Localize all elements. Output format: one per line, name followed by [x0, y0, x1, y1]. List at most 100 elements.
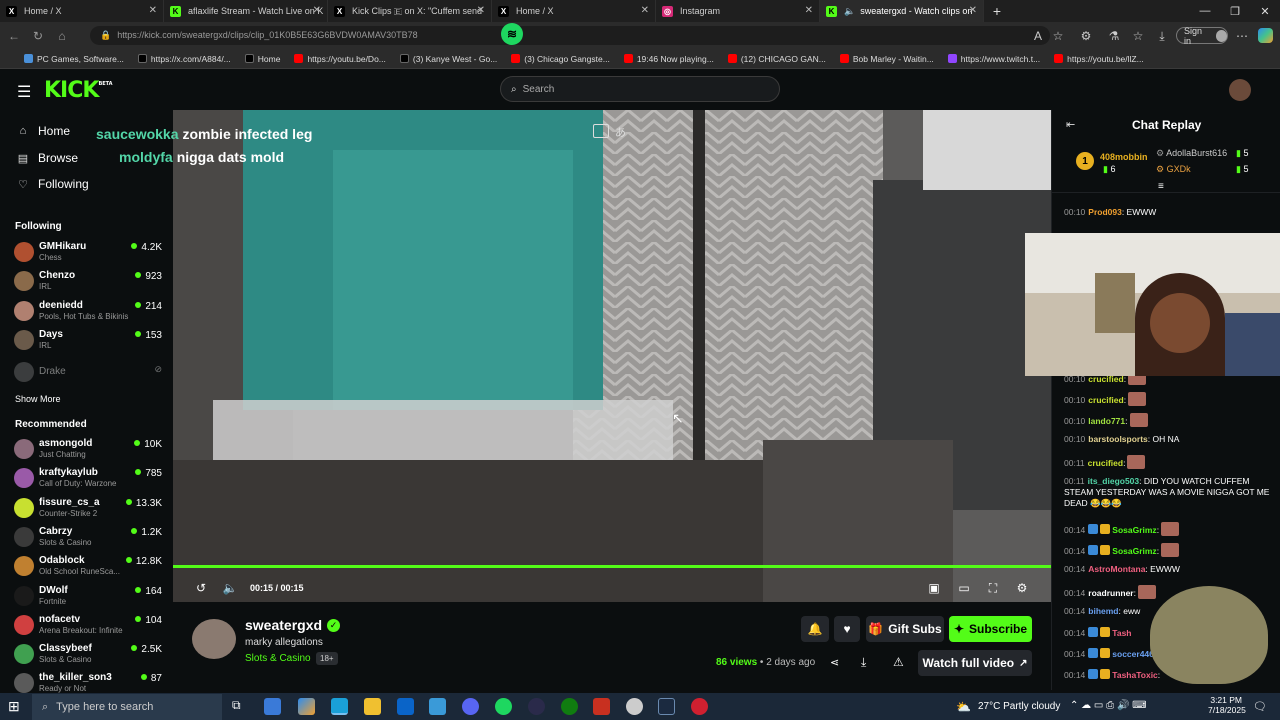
chat-username[interactable]: roadrunner: [1088, 588, 1133, 598]
miniplayer-icon[interactable]: ▣: [926, 580, 942, 596]
sidebar-channel-offline[interactable]: Drake ⊘: [14, 360, 162, 388]
show-more-button[interactable]: Show More: [15, 394, 61, 404]
close-tab-icon[interactable]: ✕: [805, 5, 813, 16]
chat-username[interactable]: soccer446: [1112, 649, 1154, 659]
gift-subs-button[interactable]: 🎁 Gift Subs: [866, 616, 944, 642]
sidebar-channel[interactable]: deeniedd Pools, Hot Tubs & Bikinis 214: [14, 299, 162, 327]
clock[interactable]: 3:21 PM 7/18/2025: [1208, 695, 1246, 715]
extensions-icon[interactable]: ⚙: [1078, 28, 1094, 44]
close-tab-icon[interactable]: ✕: [641, 5, 649, 16]
app-icon[interactable]: [593, 698, 610, 715]
steam-icon[interactable]: [658, 698, 675, 715]
app-icon[interactable]: [626, 698, 643, 715]
replay-icon[interactable]: ↺: [193, 580, 209, 596]
fullscreen-icon[interactable]: ⛶: [985, 580, 1001, 596]
chat-username[interactable]: lando771: [1088, 416, 1125, 426]
bookmark-item[interactable]: https://youtu.be/Do...: [294, 54, 386, 64]
user-avatar[interactable]: [1229, 79, 1251, 101]
taskbar-search-input[interactable]: ⌕ Type here to search: [32, 694, 222, 720]
sidebar-channel[interactable]: Days IRL 153: [14, 328, 162, 356]
notification-icon[interactable]: 🗨: [1253, 700, 1267, 713]
store-icon[interactable]: [264, 698, 281, 715]
chat-username[interactable]: its_diego503: [1088, 476, 1140, 486]
subscribe-button[interactable]: ✦ Subscribe: [949, 616, 1032, 642]
collections-icon[interactable]: ☆: [1130, 28, 1146, 44]
sidebar-channel[interactable]: nofacetv Arena Breakout: Infinite 104: [14, 613, 162, 641]
notification-bell-button[interactable]: 🔔: [801, 616, 829, 642]
chat-username[interactable]: barstoolsports: [1088, 434, 1148, 444]
chat-username[interactable]: Tash: [1112, 628, 1131, 638]
home-icon[interactable]: ⌂: [54, 28, 70, 44]
sidebar-channel[interactable]: GMHikaru Chess 4.2K: [14, 240, 162, 268]
spotify-icon[interactable]: ≋: [501, 23, 523, 45]
restore-icon[interactable]: ❐: [1220, 0, 1250, 22]
channel-avatar[interactable]: [192, 619, 236, 659]
browser-tab[interactable]: Kaflaxlife Stream - Watch Live on K ✕: [164, 0, 328, 22]
browser-tab-active[interactable]: K 🔈 sweatergxd - Watch clips on ✕: [820, 0, 984, 22]
chat-username[interactable]: Prod093: [1088, 207, 1122, 217]
chat-username[interactable]: SosaGrimz: [1112, 546, 1156, 556]
tray-icons[interactable]: ⌃ ☁ ▭ ⎙ 🔊 ⌨: [1070, 700, 1147, 711]
sidebar-channel[interactable]: fissure_cs_a Counter-Strike 2 13.3K: [14, 496, 162, 524]
bookmark-item[interactable]: https://youtu.be/llZ...: [1054, 54, 1144, 64]
browser-tab[interactable]: X Home / X ✕: [0, 0, 164, 22]
nav-browse[interactable]: ▤ Browse: [16, 151, 78, 165]
download-icon[interactable]: ⤓: [861, 655, 866, 670]
close-window-icon[interactable]: ✕: [1250, 0, 1280, 22]
sidebar-channel[interactable]: Classybeef Slots & Casino 2.5K: [14, 642, 162, 670]
photos-icon[interactable]: [429, 698, 446, 715]
sidebar-channel[interactable]: Cabrzy Slots & Casino 1.2K: [14, 525, 162, 553]
sidebar-channel[interactable]: Chenzo IRL 923: [14, 269, 162, 297]
close-tab-icon[interactable]: ✕: [969, 5, 977, 16]
chat-username[interactable]: AstroMontana: [1088, 564, 1145, 574]
search-input[interactable]: ⌕ Search: [500, 76, 780, 102]
close-tab-icon[interactable]: ✕: [149, 5, 157, 16]
refresh-icon[interactable]: ↻: [30, 28, 46, 44]
spotify-app-icon[interactable]: [495, 698, 512, 715]
minimize-icon[interactable]: —: [1190, 0, 1220, 22]
sign-in-button[interactable]: Sign in: [1176, 26, 1228, 46]
bookmark-item[interactable]: PC Games, Software...: [24, 54, 124, 64]
sidebar-channel[interactable]: kraftykaylub Call of Duty: Warzone 785: [14, 466, 162, 494]
sidebar-channel[interactable]: Odablock Old School RuneSca... 12.8K: [14, 554, 162, 582]
weather-text[interactable]: 27°C Partly cloudy: [978, 701, 1060, 712]
close-tab-icon[interactable]: ✕: [477, 5, 485, 16]
expand-gifters-icon[interactable]: ≡: [1158, 181, 1164, 192]
chat-username[interactable]: crucified: [1088, 458, 1123, 468]
bookmark-item[interactable]: Bob Marley - Waitin...: [839, 54, 934, 64]
xbox-icon[interactable]: [561, 698, 578, 715]
settings-icon[interactable]: ⚙: [1014, 580, 1030, 596]
copilot-app-icon[interactable]: [298, 698, 315, 715]
bookmark-item[interactable]: 19:46 Now playing...: [623, 54, 714, 64]
sidebar-channel[interactable]: DWolf Fortnite 164: [14, 584, 162, 612]
task-view-icon[interactable]: ⧉: [232, 698, 241, 713]
chat-username[interactable]: crucified: [1088, 395, 1123, 405]
follow-heart-button[interactable]: ♥: [834, 616, 860, 642]
chat-username[interactable]: bihemd: [1088, 606, 1118, 616]
new-tab-button[interactable]: +: [984, 0, 1010, 22]
browser-tab[interactable]: X Home / X ✕: [492, 0, 656, 22]
top-gifter-name[interactable]: 408mobbin: [1100, 152, 1148, 162]
discord-icon[interactable]: [462, 698, 479, 715]
watch-full-video-button[interactable]: Watch full video ↗: [918, 650, 1032, 676]
nav-home[interactable]: ⌂ Home: [16, 124, 70, 138]
bookmark-item[interactable]: (3) Kanye West - Go...: [399, 54, 497, 64]
windows-start-icon[interactable]: ⊞: [8, 698, 20, 715]
browser-tab[interactable]: ◎ Instagram ✕: [656, 0, 820, 22]
clip-icon[interactable]: [593, 124, 609, 138]
top-gifter-name[interactable]: ⚙ AdollaBurst616: [1156, 148, 1227, 159]
speaker-icon[interactable]: 🔈: [844, 6, 855, 17]
bookmark-item[interactable]: https://x.com/A884/...: [137, 54, 231, 64]
volume-icon[interactable]: 🔈: [222, 580, 238, 596]
outlook-icon[interactable]: [397, 698, 414, 715]
theater-mode-icon[interactable]: ▭: [956, 580, 972, 596]
translate-icon[interactable]: あ: [615, 124, 626, 140]
back-icon[interactable]: ←: [6, 28, 22, 44]
url-input[interactable]: 🔒 https://kick.com/sweatergxd/clips/clip_…: [90, 26, 1050, 45]
split-screen-icon[interactable]: ⚗: [1106, 28, 1122, 44]
clip-category[interactable]: Slots & Casino: [245, 653, 311, 664]
bookmark-item[interactable]: (3) Chicago Gangste...: [511, 54, 610, 64]
report-icon[interactable]: ⚠: [893, 655, 904, 669]
kick-logo[interactable]: KICKBETA: [44, 78, 113, 103]
sidebar-channel[interactable]: asmongold Just Chatting 10K: [14, 437, 162, 465]
